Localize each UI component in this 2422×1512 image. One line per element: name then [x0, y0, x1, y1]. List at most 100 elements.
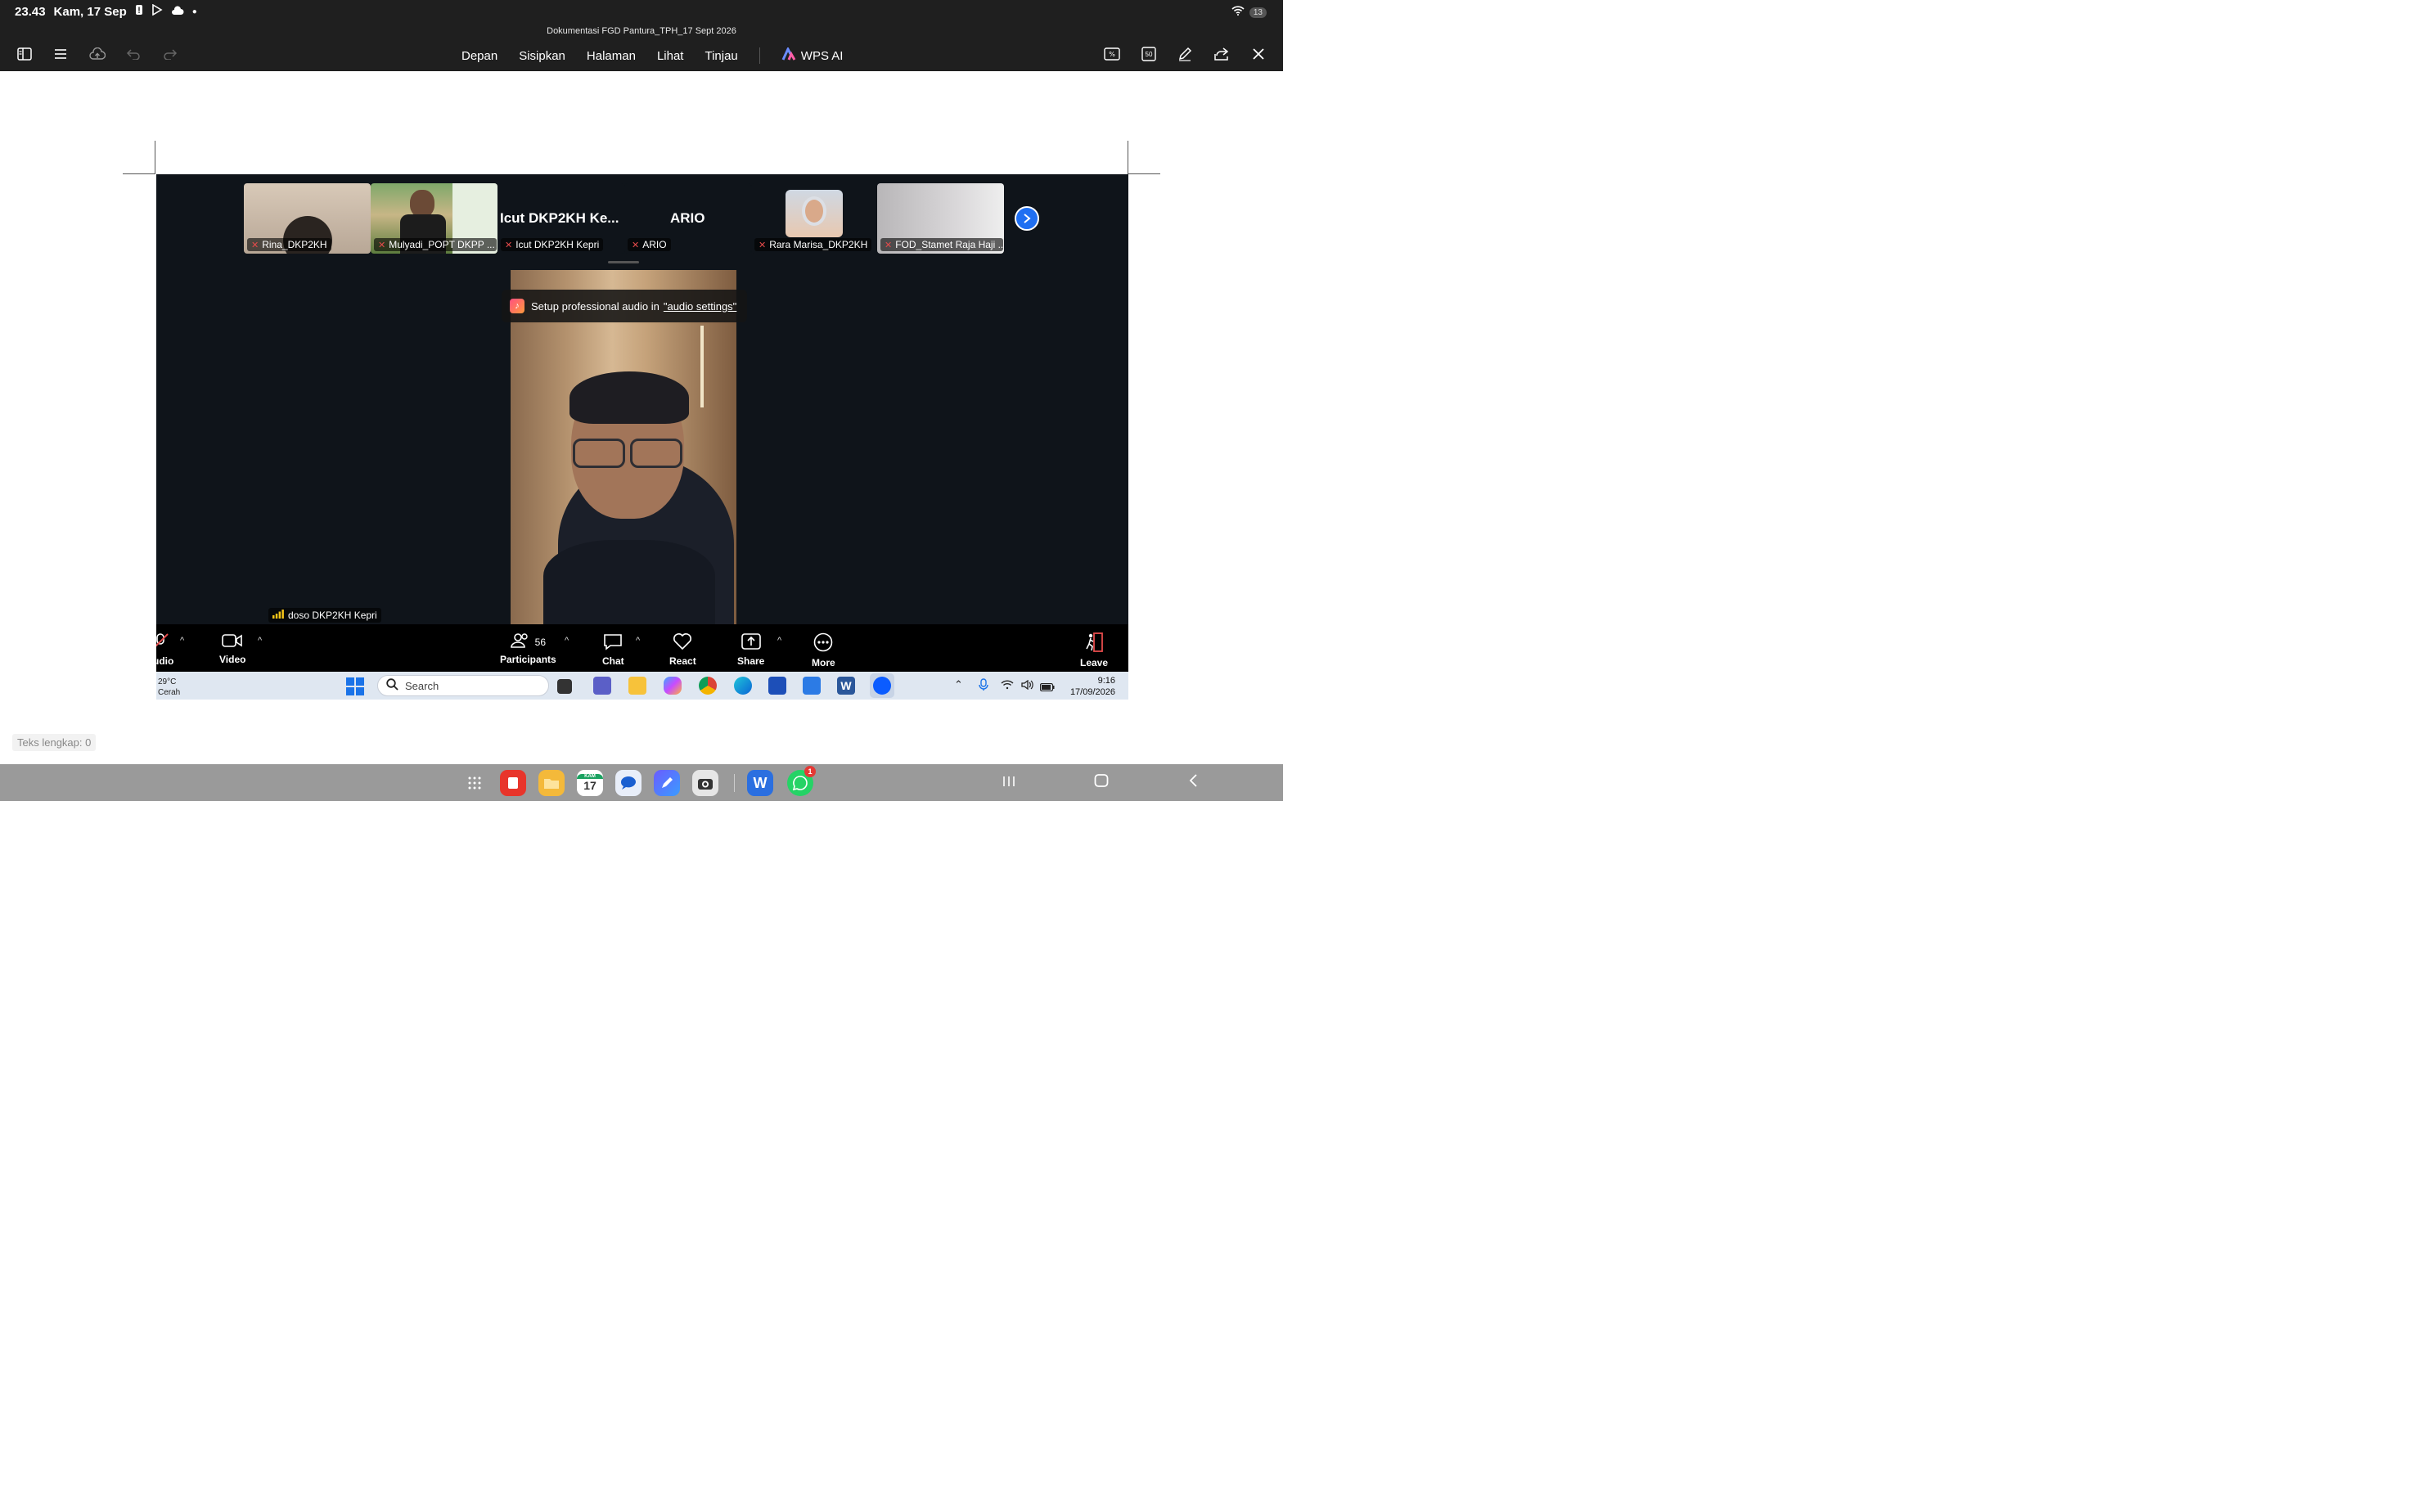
share-options-caret-icon[interactable]: ^ — [777, 636, 781, 646]
menu-separator — [759, 47, 760, 64]
task-view-icon[interactable] — [557, 679, 572, 694]
audio-settings-toast[interactable]: ♪ Setup professional audio in "audio set… — [502, 290, 747, 322]
participant-thumb-fod-stamet[interactable]: ✕ FOD_Stamet Raja Haji ... — [877, 183, 1004, 254]
video-options-caret-icon[interactable]: ^ — [258, 636, 262, 646]
home-icon[interactable] — [1094, 773, 1109, 792]
react-button[interactable]: React — [669, 632, 696, 667]
status-date: Kam, 17 Sep — [53, 4, 127, 19]
app-drawer-grid-icon[interactable] — [467, 776, 482, 794]
outlook-icon[interactable] — [803, 677, 821, 695]
app-icon[interactable] — [768, 677, 786, 695]
edit-pen-icon[interactable] — [1175, 44, 1195, 64]
embedded-zoom-screenshot[interactable]: ✕ Rina_DKP2KH ✕ Mulyadi_POPT DKPP ... Icut… — [156, 174, 1128, 700]
recent-apps-icon[interactable] — [1002, 773, 1015, 792]
windows-start-icon[interactable] — [346, 677, 364, 700]
wifi-tray-icon[interactable] — [1001, 679, 1014, 694]
leave-door-icon — [1084, 632, 1104, 655]
menu-depan[interactable]: Depan — [461, 49, 497, 63]
participant-label: ✕ Mulyadi_POPT DKPP ... — [374, 238, 497, 251]
video-camera-icon — [222, 632, 243, 651]
cloud-upload-icon[interactable] — [88, 44, 107, 64]
edge-icon[interactable] — [734, 677, 752, 695]
toast-text: Setup professional audio in — [531, 299, 660, 313]
word-icon[interactable]: W — [837, 677, 855, 695]
margin-mark-right-h — [1128, 173, 1160, 174]
weather-widget[interactable]: 29°C Cerah — [158, 677, 180, 698]
music-note-icon: ♪ — [510, 299, 524, 313]
more-button[interactable]: More — [812, 632, 835, 668]
format-icon[interactable]: % — [1102, 44, 1122, 64]
chrome-icon[interactable] — [699, 677, 717, 695]
whatsapp-app-icon[interactable]: 1 — [787, 766, 816, 796]
microphone-tray-icon[interactable] — [979, 678, 988, 695]
teams-icon[interactable] — [593, 677, 611, 695]
zoom-level-icon[interactable]: 50 — [1139, 44, 1159, 64]
taskbar-search-input[interactable]: Search — [377, 675, 549, 696]
chat-bubble-icon — [603, 632, 623, 653]
taskbar-clock[interactable]: 9:16 17/09/2026 — [1070, 675, 1115, 698]
share-export-icon[interactable] — [1212, 44, 1231, 64]
wps-ai-icon — [781, 46, 796, 64]
tray-overflow-chevron-up-icon[interactable]: ⌃ — [954, 678, 963, 691]
my-files-app-icon[interactable] — [538, 770, 565, 796]
chat-button[interactable]: Chat — [602, 632, 624, 667]
weather-temperature: 29°C — [158, 677, 177, 686]
share-screen-icon — [741, 632, 761, 653]
leave-button[interactable]: Leave — [1080, 632, 1108, 668]
participant-thumb-icut[interactable]: Icut DKP2KH Ke... ✕ Icut DKP2KH Kepri — [497, 183, 624, 254]
close-icon[interactable] — [1249, 44, 1268, 64]
battery-level: 13 — [1249, 7, 1267, 18]
menu-icon[interactable] — [51, 44, 70, 64]
menu-tinjau[interactable]: Tinjau — [705, 49, 737, 63]
wps-office-app-icon[interactable] — [500, 770, 526, 796]
participants-options-caret-icon[interactable]: ^ — [565, 636, 569, 646]
camera-app-icon[interactable] — [692, 770, 718, 796]
file-explorer-icon[interactable] — [628, 677, 646, 695]
more-dots-icon — [813, 632, 833, 655]
participant-photo — [786, 190, 843, 237]
participant-thumb-mulyadi[interactable]: ✕ Mulyadi_POPT DKPP ... — [371, 183, 497, 254]
share-button[interactable]: Share — [737, 632, 764, 667]
notes-pen-app-icon[interactable] — [654, 770, 680, 796]
clock-time: 9:16 — [1097, 676, 1115, 686]
video-button[interactable]: Video — [219, 632, 245, 665]
sidebar-toggle-icon[interactable] — [15, 44, 34, 64]
calendar-app-icon[interactable]: KAM 17 — [577, 770, 603, 796]
menu-lihat[interactable]: Lihat — [657, 49, 684, 63]
participant-thumb-rara[interactable]: ✕ Rara Marisa_DKP2KH — [751, 183, 878, 254]
participant-thumb-rina[interactable]: ✕ Rina_DKP2KH — [244, 183, 371, 254]
active-speaker-video[interactable] — [511, 270, 736, 624]
menu-halaman[interactable]: Halaman — [587, 49, 636, 63]
undo-icon[interactable] — [124, 44, 143, 64]
redo-icon[interactable] — [160, 44, 180, 64]
battery-tray-icon[interactable] — [1039, 681, 1055, 695]
strip-drag-handle[interactable] — [608, 261, 639, 263]
back-icon[interactable] — [1188, 773, 1198, 792]
audio-options-caret-icon[interactable]: ^ — [180, 636, 184, 646]
volume-tray-icon[interactable] — [1021, 679, 1034, 694]
next-page-arrow-icon[interactable] — [1015, 206, 1039, 231]
cloud-icon — [171, 5, 184, 19]
copilot-icon[interactable] — [664, 677, 682, 695]
messages-app-icon[interactable] — [615, 770, 642, 796]
dot-icon: ● — [191, 7, 197, 16]
participants-count: 56 — [534, 636, 547, 648]
dock-separator — [734, 774, 735, 792]
active-speaker-label: doso DKP2KH Kepri — [268, 608, 381, 623]
word-app-icon[interactable]: W — [747, 770, 773, 796]
menu-sisipkan[interactable]: Sisipkan — [519, 49, 565, 63]
participant-thumb-ario[interactable]: ARIO ✕ ARIO — [624, 183, 751, 254]
weather-condition: Cerah — [158, 688, 181, 697]
glasses-left — [573, 439, 625, 468]
audio-settings-link[interactable]: "audio settings" — [664, 300, 736, 313]
participants-button[interactable]: 56 Participants — [500, 632, 556, 665]
zoom-app-active-highlight[interactable] — [870, 673, 894, 698]
heart-icon — [673, 632, 692, 653]
audio-button[interactable]: udio — [156, 632, 173, 667]
word-count-status[interactable]: Teks lengkap: 0 — [12, 734, 97, 751]
chat-options-caret-icon[interactable]: ^ — [636, 636, 640, 646]
glasses-right — [630, 439, 682, 468]
search-icon — [386, 678, 398, 693]
wps-ai-button[interactable]: WPS AI — [781, 46, 843, 64]
mic-muted-icon: ✕ — [632, 240, 640, 250]
